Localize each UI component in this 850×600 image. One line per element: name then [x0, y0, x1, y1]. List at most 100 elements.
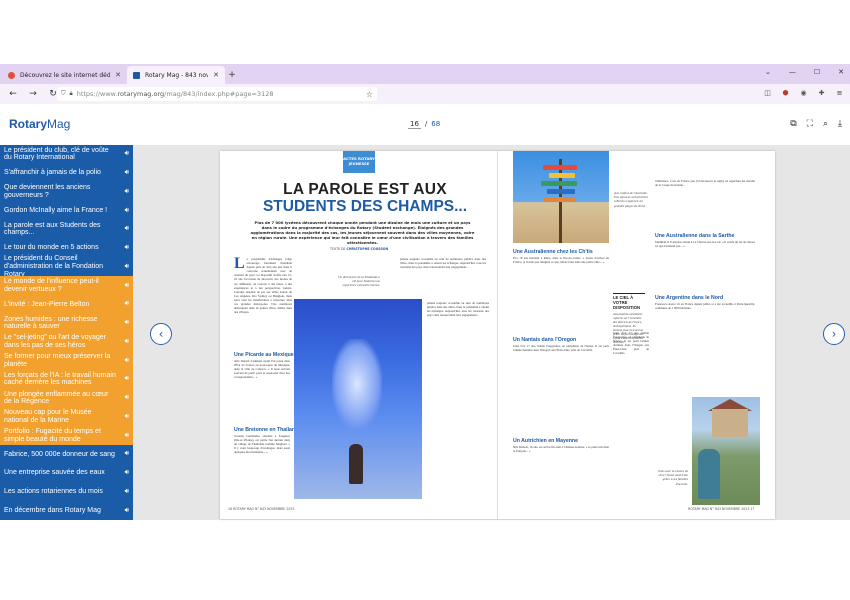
toc-item[interactable]: Les forçats de l'IA : le travail humain …: [0, 370, 133, 389]
copy-pages-icon[interactable]: ⧉: [790, 119, 796, 129]
toc-item[interactable]: S'affranchir à jamais de la polio 🔊︎: [0, 164, 133, 183]
speaker-icon[interactable]: 🔊︎: [125, 413, 129, 421]
fullscreen-icon[interactable]: ⛶: [807, 119, 813, 129]
tab-title: Rotary Mag - 843 novembre: [145, 71, 209, 79]
tab-favicon: [133, 71, 140, 79]
chevron-right-icon: ›: [831, 327, 837, 341]
toc-item-label: Zones humides : une richesse naturelle à…: [4, 315, 98, 331]
person-shape: [349, 444, 363, 484]
page-indicator: 16 / 68: [408, 120, 440, 129]
toc-item[interactable]: La parole est aux Students des champs...…: [0, 220, 133, 239]
back-icon[interactable]: ←: [6, 87, 20, 101]
page-gutter: [497, 151, 498, 519]
browser-tab-strip: Découvrez le site internet dédié ✕ Rotar…: [0, 64, 850, 84]
toc-item-label: Nouveau cap pour le Musée national de la…: [4, 409, 92, 424]
photo-caption: Jules avec la chance de vivre l'Ouest am…: [657, 469, 688, 486]
page-separator: /: [424, 120, 428, 128]
section-subhead: Une Picarde au Mexique: [234, 352, 294, 358]
toc-item[interactable]: Portfolio : Fugacité du temps et simple …: [0, 426, 133, 445]
speaker-icon[interactable]: 🔊︎: [125, 451, 129, 459]
previous-page-button[interactable]: ‹: [150, 323, 172, 345]
kid-house-photo: [692, 397, 760, 505]
close-tab-icon[interactable]: ✕: [115, 71, 121, 79]
ublock-icon[interactable]: ⬢: [781, 88, 790, 97]
speaker-icon[interactable]: 🔊︎: [125, 301, 129, 309]
speaker-icon[interactable]: 🔊︎: [125, 319, 129, 327]
speaker-icon[interactable]: 🔊︎: [125, 357, 129, 365]
toc-item[interactable]: Que deviennent les anciens gouverneurs ?…: [0, 183, 133, 202]
browser-tab-active[interactable]: Rotary Mag - 843 novembre ✕: [127, 66, 225, 84]
toc-item[interactable]: Le président du club, clé de voûte du Ro…: [0, 145, 133, 164]
speaker-icon[interactable]: 🔊︎: [125, 188, 129, 196]
page-folio-right: ROTARY MAG N° 843 NOVEMBRE 2023 17: [688, 507, 755, 511]
shield-icon: ⛉: [61, 90, 66, 97]
url-text: https://www.rotarymag.org/mag/843/index.…: [76, 90, 274, 98]
section-subhead: Une Bretonne en Thaïlande: [234, 427, 302, 433]
close-window-icon[interactable]: ✕: [838, 68, 844, 76]
toc-item-label: Les forçats de l'IA : le travail humain …: [4, 371, 116, 387]
speaker-icon[interactable]: 🔊︎: [125, 338, 129, 346]
toc-item[interactable]: Le "sel-jeting" ou l'art de voyager dans…: [0, 332, 133, 352]
temple-photo: [294, 299, 422, 499]
speaker-icon[interactable]: 🔊︎: [125, 263, 129, 271]
speaker-icon[interactable]: 🔊︎: [125, 282, 129, 290]
toc-item-label: Se former pour mieux préserver la planèt…: [4, 353, 111, 368]
minimize-icon[interactable]: —: [789, 68, 796, 76]
toc-item-label: Portfolio : Fugacité du temps et simple …: [4, 428, 101, 443]
signpost-sign: [543, 165, 577, 170]
speaker-icon[interactable]: 🔊︎: [125, 488, 129, 496]
speaker-icon[interactable]: 🔊︎: [125, 507, 129, 515]
current-page-input[interactable]: 16: [408, 120, 421, 129]
section-badge: ACTES ROTARY JEUNESSE: [343, 151, 375, 173]
next-page-button[interactable]: ›: [823, 323, 845, 345]
article-column: Swanny Guillaume, résidant à Fougères (I…: [234, 434, 290, 455]
speaker-icon[interactable]: 🔊︎: [125, 469, 129, 477]
speaker-icon[interactable]: 🔊︎: [125, 169, 129, 177]
toc-item[interactable]: Une entreprise sauvée des eaux 🔊︎: [0, 464, 133, 483]
download-icon[interactable]: ⤓: [838, 119, 842, 129]
dropdown-icon[interactable]: ⌄: [765, 68, 771, 76]
bookmark-star-icon[interactable]: ☆: [366, 90, 373, 99]
magazine-spread: ACTES ROTARY JEUNESSE LA PAROLE EST AUX …: [220, 151, 775, 519]
speaker-icon[interactable]: 🔊︎: [125, 226, 129, 234]
maximize-icon[interactable]: ☐: [814, 68, 820, 76]
article-column: Jules Fox 17 ans, habite Fougeraies, en …: [613, 331, 649, 356]
address-bar[interactable]: ⛉ 🔒︎ https://www.rotarymag.org/mag/843/i…: [57, 87, 377, 101]
toc-item[interactable]: Se former pour mieux préserver la planèt…: [0, 351, 133, 370]
speaker-icon[interactable]: 🔊︎: [125, 432, 129, 440]
tab-title: Découvrez le site internet dédié: [20, 71, 111, 79]
toc-item[interactable]: Une plongée enflammée au cœur de la Rége…: [0, 388, 133, 408]
toc-item[interactable]: Nouveau cap pour le Musée national de la…: [0, 407, 133, 427]
menu-icon[interactable]: ≡: [835, 88, 844, 97]
toc-item-label: Fabrice, 500 000e donneur de sang: [4, 450, 115, 458]
info-box-title: LE CIEL À VOTRE DISPOSITION: [613, 293, 645, 310]
speaker-icon[interactable]: 🔊︎: [125, 376, 129, 384]
speaker-icon[interactable]: 🔊︎: [125, 151, 129, 159]
speaker-icon[interactable]: 🔊︎: [125, 394, 129, 402]
toc-item[interactable]: Les actions rotariennes du mois 🔊︎: [0, 483, 133, 502]
toc-item[interactable]: Gordon McInally aime la France ! 🔊︎: [0, 201, 133, 220]
toc-item[interactable]: Le monde de l'influence peut-il devenir …: [0, 276, 133, 295]
toc-item[interactable]: Zones humides : une richesse naturelle à…: [0, 313, 133, 333]
article-column: Nils Dubois, 16 ans, est arrivé fin août…: [513, 445, 609, 454]
forward-icon[interactable]: →: [26, 87, 40, 101]
house-shape: [712, 409, 748, 437]
close-tab-icon[interactable]: ✕: [213, 71, 219, 79]
toc-item[interactable]: Fabrice, 500 000e donneur de sang 🔊︎: [0, 445, 133, 464]
speaker-icon[interactable]: 🔊︎: [125, 207, 129, 215]
window-controls: ⌄ — ☐ ✕: [765, 68, 844, 76]
browser-tab[interactable]: Découvrez le site internet dédié ✕: [2, 66, 127, 84]
new-tab-icon[interactable]: +: [225, 66, 239, 84]
speaker-icon[interactable]: 🔊︎: [125, 244, 129, 252]
search-icon[interactable]: ⌕: [823, 119, 828, 129]
toc-item[interactable]: L'invité : Jean-Pierre Belton 🔊︎: [0, 295, 133, 314]
toc-item[interactable]: En décembre dans Rotary Mag 🔊︎: [0, 501, 133, 520]
signpost-sign: [549, 173, 575, 178]
rotary-mag-logo[interactable]: RotaryMag: [9, 117, 70, 131]
pocket-icon[interactable]: ◫: [763, 88, 772, 97]
article-column: Le programme d'échanges longs encourage …: [234, 257, 292, 315]
extension-icon[interactable]: ◉: [799, 88, 808, 97]
toc-item[interactable]: Le président du Conseil d'administration…: [0, 255, 133, 277]
puzzle-icon[interactable]: ✚: [817, 88, 826, 97]
browser-toolbar: ← → ↻ ⛉ 🔒︎ https://www.rotarymag.org/mag…: [0, 84, 850, 104]
